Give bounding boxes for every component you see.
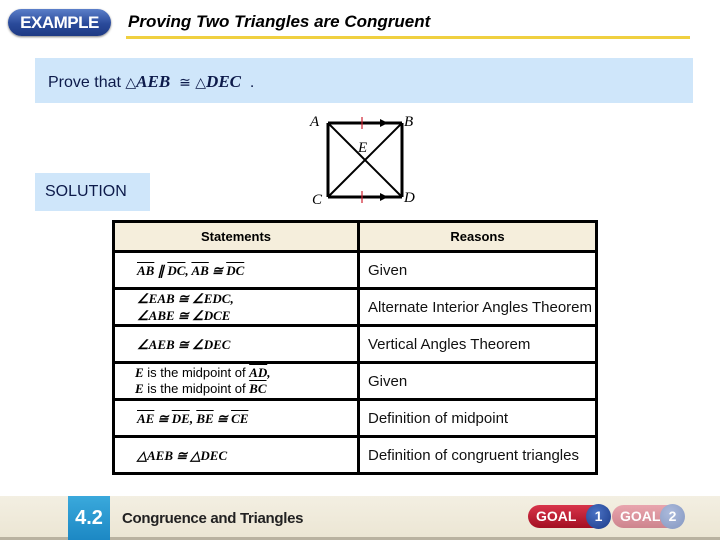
segment: BC	[249, 381, 267, 396]
header-statements: Statements	[112, 220, 360, 253]
label-b: B	[404, 114, 414, 130]
separator: ,	[267, 365, 271, 380]
congruent-symbol: ≅	[213, 410, 232, 426]
label-e: E	[358, 140, 368, 156]
page-title: Proving Two Triangles are Congruent	[128, 12, 431, 31]
triangle-symbol: △	[125, 75, 137, 91]
table-row: △AEB ≅ △DEC Definition of congruent tria…	[112, 435, 598, 475]
statement-line: ∠EAB ≅ ∠EDC,	[137, 291, 234, 306]
reason-cell: Given	[357, 361, 598, 401]
statement-cell: ∠AEB ≅ ∠DEC	[112, 324, 360, 364]
segment: BE	[196, 410, 214, 426]
parallel-arrow-icon	[380, 193, 388, 201]
lesson-footer: 4.2 Congruence and Triangles GOAL 1 GOAL…	[0, 496, 720, 540]
goal-label: GOAL	[536, 508, 577, 524]
segment: CE	[231, 410, 249, 426]
statement-line: ∠ABE ≅ ∠DCE	[137, 308, 231, 323]
parallel-arrow-icon	[380, 119, 388, 127]
table-row: ∠AEB ≅ ∠DEC Vertical Angles Theorem	[112, 324, 598, 364]
point-label: E	[135, 365, 144, 380]
segment: DC	[226, 262, 245, 278]
lesson-title: Congruence and Triangles	[122, 510, 304, 527]
statement-text: is the midpoint of	[143, 381, 250, 396]
congruent-symbol: ≅	[154, 410, 172, 426]
statement-cell: △AEB ≅ △DEC	[112, 435, 360, 475]
prove-period: .	[249, 74, 255, 91]
table-row: AB ∥ DC, AB ≅ DC Given	[112, 250, 598, 290]
congruent-symbol: ≅	[179, 75, 191, 91]
title-underline	[126, 36, 690, 39]
label-c: C	[312, 192, 323, 208]
goal-2-button[interactable]: GOAL 2	[612, 504, 685, 529]
statement-cell: ∠EAB ≅ ∠EDC, ∠ABE ≅ ∠DCE	[112, 287, 360, 327]
reason-cell: Definition of congruent triangles	[357, 435, 598, 475]
parallel-symbol: ∥	[154, 262, 168, 278]
table-row: AE ≅ DE, BE ≅ CE Definition of midpoint	[112, 398, 598, 438]
statement-cell: AE ≅ DE, BE ≅ CE	[112, 398, 360, 438]
segment: AB	[191, 262, 209, 278]
statement-line: E is the midpoint of AD,	[135, 365, 357, 381]
statement-cell: AB ∥ DC, AB ≅ DC	[112, 250, 360, 290]
triangle-aeb: AEB	[136, 72, 171, 91]
table-row: ∠EAB ≅ ∠EDC, ∠ABE ≅ ∠DCE Alternate Inter…	[112, 287, 598, 327]
segment: AB	[137, 262, 155, 278]
goal-number: 1	[586, 504, 611, 529]
solution-box: SOLUTION	[35, 173, 150, 211]
prove-statement-box: Prove that △AEB ≅ △DEC .	[35, 58, 693, 103]
segment: DE	[171, 410, 190, 426]
segment: AE	[137, 410, 155, 426]
statement-text: is the midpoint of	[143, 365, 250, 380]
congruent-symbol: ≅	[208, 262, 227, 278]
label-a: A	[310, 114, 320, 130]
reason-cell: Given	[357, 250, 598, 290]
proof-table: Statements Reasons AB ∥ DC, AB ≅ DC Give…	[112, 220, 598, 475]
prove-prefix: Prove that	[48, 74, 126, 91]
triangle-dec: DEC	[206, 72, 242, 91]
solution-label: SOLUTION	[45, 183, 127, 200]
goal-1-button[interactable]: GOAL 1	[528, 504, 611, 529]
goal-label: GOAL	[620, 508, 661, 524]
statement-line: E is the midpoint of BC	[135, 381, 357, 397]
reason-cell: Vertical Angles Theorem	[357, 324, 598, 364]
goal-number: 2	[660, 504, 685, 529]
reason-cell: Definition of midpoint	[357, 398, 598, 438]
statement-cell: E is the midpoint of AD, E is the midpoi…	[112, 361, 360, 401]
prove-statement: Prove that △AEB ≅ △DEC .	[48, 72, 254, 92]
label-d: D	[404, 190, 415, 206]
square-diagram: A B E C D	[300, 110, 430, 210]
triangle-symbol: △	[195, 75, 207, 91]
lesson-number-badge: 4.2	[68, 496, 110, 540]
table-row: E is the midpoint of AD, E is the midpoi…	[112, 361, 598, 401]
example-badge: EXAMPLE	[8, 9, 111, 36]
reason-cell: Alternate Interior Angles Theorem	[357, 287, 598, 327]
point-label: E	[135, 381, 144, 396]
table-header-row: Statements Reasons	[112, 220, 598, 253]
header-reasons: Reasons	[357, 220, 598, 253]
segment: DC	[167, 262, 186, 278]
segment: AD	[249, 365, 268, 380]
